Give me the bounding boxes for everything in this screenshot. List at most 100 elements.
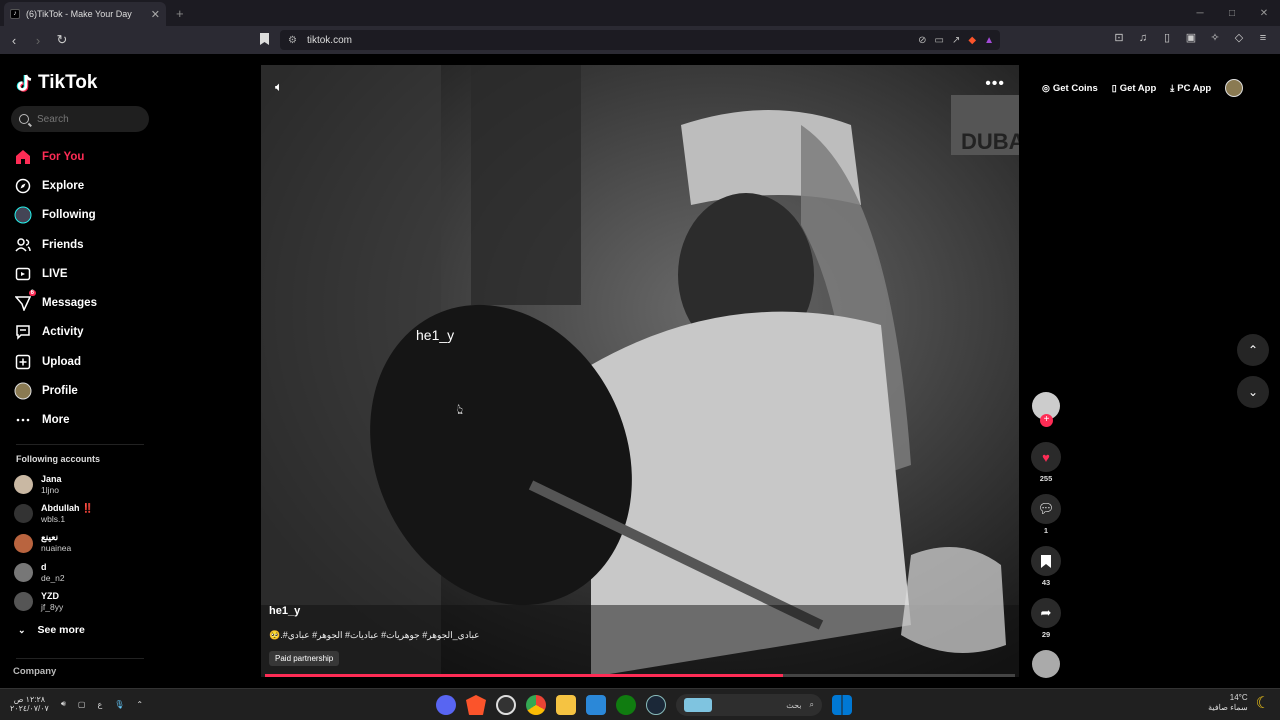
sound-avatar[interactable] bbox=[1032, 650, 1060, 678]
url-field[interactable]: ⚙ tiktok.com ⊘ ▭ ↗ ◆ ▲ bbox=[280, 30, 1000, 50]
leo-ai-icon[interactable]: ✧ bbox=[1208, 31, 1222, 45]
get-coins-button[interactable]: ◎ Get Coins bbox=[1042, 83, 1098, 94]
sidebar-toggle-icon[interactable]: ▯ bbox=[1160, 31, 1174, 45]
taskbar-tray-left: ١٢:٢٨ ص ٢٠٢٤/٠٧/٠٧ 🔊︎ ▢ ع 🎙︎ ⌃ bbox=[10, 695, 143, 713]
comment-button[interactable]: 💬︎ bbox=[1031, 494, 1061, 524]
maximize-icon[interactable]: □ bbox=[1216, 8, 1248, 19]
menu-item-explore[interactable]: Explore bbox=[14, 171, 97, 200]
menu-item-following[interactable]: Following bbox=[14, 201, 97, 230]
language-indicator[interactable]: ع bbox=[97, 700, 102, 709]
minimize-icon[interactable]: ─ bbox=[1184, 8, 1216, 19]
clock[interactable]: ١٢:٢٨ ص ٢٠٢٤/٠٧/٠٧ bbox=[10, 695, 49, 713]
search-box[interactable] bbox=[11, 106, 149, 132]
chevron-up-icon: ⌃ bbox=[1247, 343, 1259, 357]
company-link[interactable]: Company bbox=[13, 666, 56, 677]
site-info-icon[interactable]: ⚙ bbox=[288, 35, 297, 46]
screenshot-icon[interactable]: ⊡ bbox=[1112, 31, 1126, 45]
more-options-icon[interactable]: ••• bbox=[985, 75, 1005, 93]
chrome-icon[interactable] bbox=[526, 695, 546, 715]
menu-item-for-you[interactable]: For You bbox=[14, 142, 97, 171]
steam-icon[interactable] bbox=[646, 695, 666, 715]
close-tab-icon[interactable]: ✕ bbox=[151, 8, 160, 21]
menu-item-upload[interactable]: Upload bbox=[14, 347, 97, 376]
account-item[interactable]: نعينع nuainea bbox=[14, 529, 93, 558]
creator-avatar[interactable]: + bbox=[1032, 392, 1060, 427]
get-app-button[interactable]: ▯ Get App bbox=[1112, 83, 1157, 94]
brave-icon[interactable] bbox=[466, 695, 486, 715]
cast-icon[interactable]: ▭ bbox=[935, 35, 944, 46]
browser-tab[interactable]: ♪ (6)TikTok - Make Your Day ✕ bbox=[4, 2, 166, 26]
wallet-icon[interactable]: ▣ bbox=[1184, 31, 1198, 45]
bookmark-icon[interactable] bbox=[260, 33, 269, 45]
microphone-icon[interactable]: 🎙︎ bbox=[114, 700, 124, 709]
pc-app-label: PC App bbox=[1177, 82, 1212, 94]
friends-icon bbox=[14, 236, 32, 254]
discord-icon[interactable] bbox=[436, 695, 456, 715]
windows-start-icon[interactable] bbox=[832, 695, 852, 715]
messages-badge: 6 bbox=[28, 290, 36, 297]
tiktok-logo[interactable]: TikTok bbox=[16, 72, 97, 94]
menu-item-live[interactable]: LIVE bbox=[14, 259, 97, 288]
menu-item-friends[interactable]: Friends bbox=[14, 230, 97, 259]
menu-item-messages[interactable]: 6 Messages bbox=[14, 288, 97, 317]
pc-app-button[interactable]: ⤓ PC App bbox=[1170, 83, 1211, 94]
tab-title: (6)TikTok - Make Your Day bbox=[26, 9, 132, 19]
menu-item-activity[interactable]: Activity bbox=[14, 318, 97, 347]
close-window-icon[interactable]: ✕ bbox=[1248, 8, 1280, 19]
music-icon[interactable]: ♫ bbox=[1136, 31, 1150, 45]
account-item[interactable]: YZD jf_8yy bbox=[14, 587, 93, 616]
previous-video-button[interactable]: ⌃ bbox=[1237, 334, 1269, 366]
video-player[interactable]: DUBA 🔈︎ ••• he1_y 👆︎ he1_y عبادي_الجوهر#… bbox=[261, 65, 1019, 677]
compass-icon bbox=[14, 177, 32, 195]
menu-label: Following bbox=[42, 209, 96, 222]
brave-shield-icon[interactable]: ◆ bbox=[968, 35, 976, 46]
phone-icon: ▯ bbox=[1111, 82, 1117, 93]
network-icon[interactable]: ▢ bbox=[78, 700, 86, 709]
tiktok-favicon: ♪ bbox=[10, 9, 20, 19]
new-tab-button[interactable]: + bbox=[176, 6, 184, 21]
account-name: نعينع bbox=[41, 532, 59, 543]
share-icon[interactable]: ↗ bbox=[952, 35, 960, 46]
activity-icon bbox=[14, 323, 32, 341]
xbox-icon[interactable] bbox=[616, 695, 636, 715]
taskbar-weather[interactable]: 14°C سماء صافية ☾ bbox=[1208, 693, 1270, 713]
account-item[interactable]: Abdullah ‼️ wbls.1 bbox=[14, 499, 93, 528]
obs-icon[interactable] bbox=[496, 695, 516, 715]
menu-item-profile[interactable]: Profile bbox=[14, 376, 97, 405]
see-more-button[interactable]: ⌄ See more bbox=[18, 624, 85, 636]
next-video-button[interactable]: ⌄ bbox=[1237, 376, 1269, 408]
menu-label: Profile bbox=[42, 385, 78, 398]
account-handle: 1ljno bbox=[41, 484, 59, 495]
no-tracking-icon[interactable]: ⊘ bbox=[918, 35, 926, 46]
taskbar-search[interactable]: بحث ⌕ bbox=[676, 694, 822, 716]
video-author[interactable]: he1_y bbox=[269, 605, 300, 617]
header-actions: ◎ Get Coins ▯ Get App ⤓ PC App bbox=[1042, 79, 1244, 97]
comment-count: 1 bbox=[1043, 526, 1049, 535]
taskbar-search-label: بحث bbox=[786, 700, 802, 710]
share-button[interactable]: ➦ bbox=[1031, 598, 1061, 628]
menu-item-more[interactable]: More bbox=[14, 406, 97, 435]
volume-icon[interactable]: 🔈︎ bbox=[275, 79, 283, 95]
reload-icon[interactable]: ↻ bbox=[52, 32, 72, 48]
like-button[interactable]: ♥ bbox=[1031, 442, 1061, 472]
user-avatar[interactable] bbox=[1225, 79, 1244, 97]
vpn-icon[interactable]: ◇ bbox=[1232, 31, 1246, 45]
follow-plus-icon[interactable]: + bbox=[1040, 414, 1053, 427]
back-icon[interactable]: ‹ bbox=[4, 33, 24, 48]
account-item[interactable]: d de_n2 bbox=[14, 558, 93, 587]
video-progress-bar[interactable] bbox=[265, 674, 1015, 677]
store-icon[interactable] bbox=[586, 695, 606, 715]
account-name: d bbox=[41, 561, 47, 572]
rewards-icon[interactable]: ▲ bbox=[984, 35, 994, 46]
folder-icon[interactable] bbox=[556, 695, 576, 715]
forward-icon[interactable]: › bbox=[28, 33, 48, 48]
speaker-icon[interactable]: 🔊︎ bbox=[61, 699, 66, 709]
live-icon bbox=[14, 265, 32, 283]
menu-icon[interactable]: ≡ bbox=[1256, 31, 1270, 45]
account-item[interactable]: Jana 1ljno bbox=[14, 470, 93, 499]
moon-icon: ☾ bbox=[1255, 695, 1270, 712]
chevron-up-icon[interactable]: ⌃ bbox=[136, 700, 143, 709]
search-input[interactable] bbox=[37, 113, 137, 125]
chevron-down-icon: ⌄ bbox=[1247, 385, 1259, 399]
save-button[interactable] bbox=[1031, 546, 1061, 576]
